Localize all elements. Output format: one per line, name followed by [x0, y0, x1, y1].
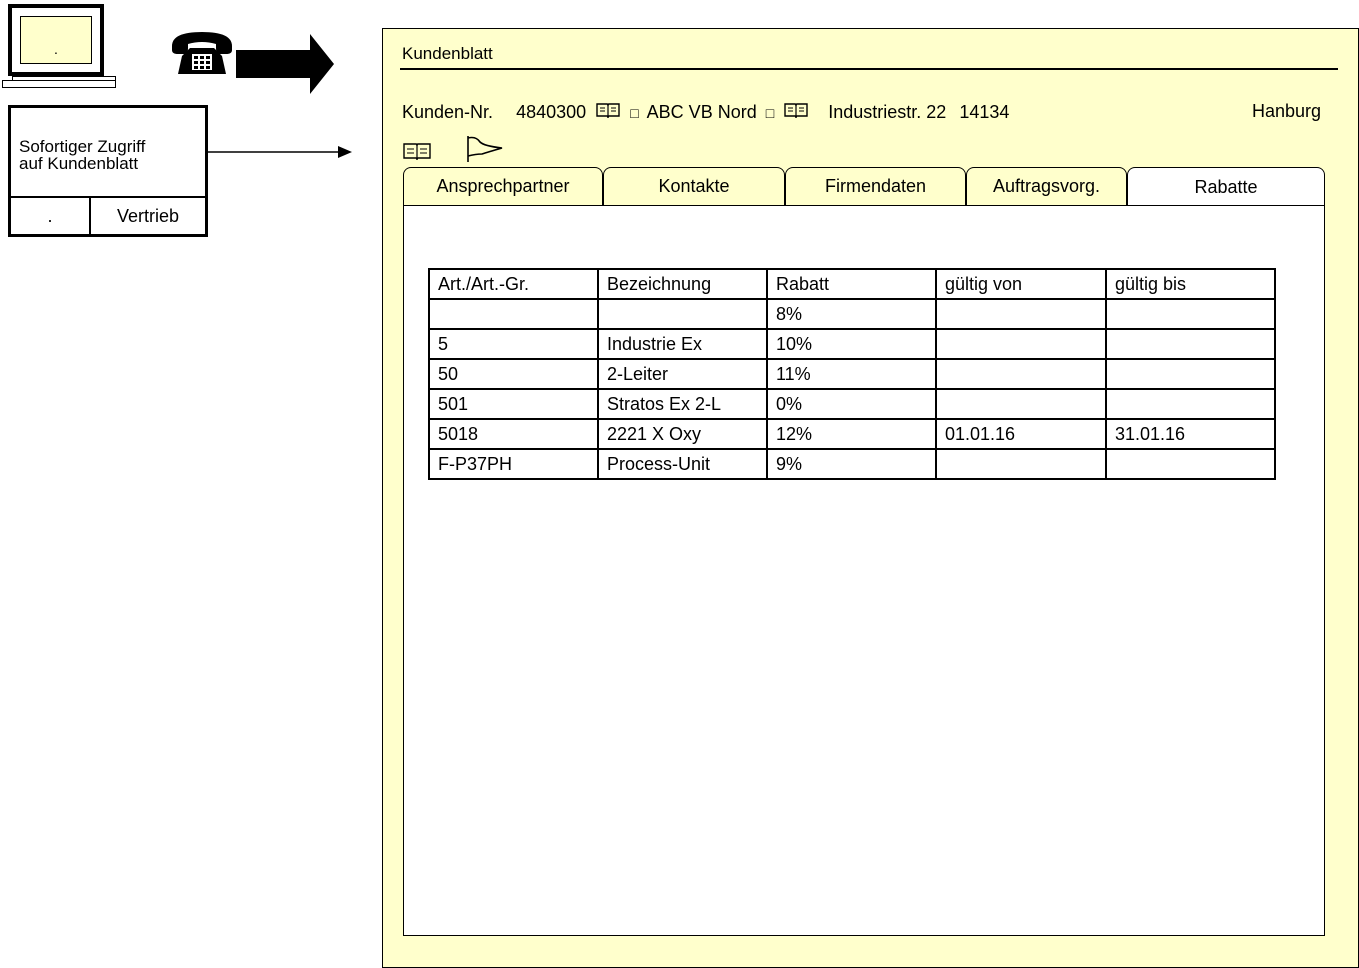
book-icon-2[interactable]: [783, 101, 809, 119]
cell-von: [935, 328, 1107, 360]
computer-monitor-icon: .: [8, 4, 104, 76]
tab-kontakte[interactable]: Kontakte: [603, 167, 785, 205]
table-header-row: Art./Art.-Gr. Bezeichnung Rabatt gültig …: [428, 268, 1276, 300]
table-row[interactable]: 5 Industrie Ex 10%: [428, 328, 1276, 360]
cell-art: 5: [428, 328, 599, 360]
cell-von: [935, 358, 1107, 390]
flag-icon[interactable]: [462, 134, 504, 164]
telephone-icon: [172, 32, 232, 74]
cell-art: [428, 298, 599, 330]
customer-number-label: Kunden-Nr.: [402, 102, 494, 122]
quick-access-row: . Vertrieb: [11, 196, 205, 234]
cell-art: 501: [428, 388, 599, 420]
header-bezeichnung: Bezeichnung: [597, 268, 768, 300]
table-row[interactable]: 50 2-Leiter 11%: [428, 358, 1276, 390]
cell-rabatt: 8%: [766, 298, 937, 330]
thin-arrow-icon: [208, 146, 352, 158]
cell-bezeichnung: Stratos Ex 2-L: [597, 388, 768, 420]
cell-bezeichnung: Process-Unit: [597, 448, 768, 480]
keyboard-icon: [2, 80, 116, 88]
tab-auftragsvorg[interactable]: Auftragsvorg.: [966, 167, 1127, 205]
monitor-screen-text: .: [54, 41, 58, 57]
cell-bis: [1105, 388, 1276, 420]
quick-access-line1: Sofortiger Zugriff: [19, 137, 146, 156]
checkbox-icon[interactable]: □: [630, 105, 638, 121]
table-row[interactable]: 501 Stratos Ex 2-L 0%: [428, 388, 1276, 420]
header-gueltig-bis: gültig bis: [1105, 268, 1276, 300]
cell-bezeichnung: [597, 298, 768, 330]
cell-art: 50: [428, 358, 599, 390]
customer-city: Hanburg: [1252, 101, 1322, 121]
cell-rabatt: 0%: [766, 388, 937, 420]
cell-bis: [1105, 298, 1276, 330]
cell-von: [935, 448, 1107, 480]
checkbox-icon-2[interactable]: □: [766, 105, 774, 121]
title-divider: [400, 68, 1338, 70]
cell-bis: [1105, 358, 1276, 390]
quick-access-line2: auf Kundenblatt: [19, 154, 139, 173]
cell-bezeichnung: Industrie Ex: [597, 328, 768, 360]
tab-rabatte[interactable]: Rabatte: [1127, 167, 1325, 207]
customer-address: Industriestr. 22: [828, 102, 947, 122]
tab-ansprechpartner[interactable]: Ansprechpartner: [403, 167, 603, 205]
table-row[interactable]: F-P37PH Process-Unit 9%: [428, 448, 1276, 480]
header-rabatt: Rabatt: [766, 268, 937, 300]
cell-bezeichnung: 2-Leiter: [597, 358, 768, 390]
tab-firmendaten[interactable]: Firmendaten: [785, 167, 966, 205]
cell-von: 01.01.16: [935, 418, 1107, 450]
cell-rabatt: 10%: [766, 328, 937, 360]
customer-name: ABC VB Nord: [646, 102, 757, 122]
book-icon-3[interactable]: [402, 140, 432, 162]
customer-zip: 14134: [959, 102, 1010, 122]
big-arrow-icon: [236, 34, 334, 94]
cell-rabatt: 11%: [766, 358, 937, 390]
table-row[interactable]: 5018 2221 X Oxy 12% 01.01.16 31.01.16: [428, 418, 1276, 450]
book-icon[interactable]: [595, 101, 621, 119]
header-art: Art./Art.-Gr.: [428, 268, 599, 300]
discount-table: Art./Art.-Gr. Bezeichnung Rabatt gültig …: [428, 268, 1276, 480]
header-gueltig-von: gültig von: [935, 268, 1107, 300]
cell-bis: [1105, 328, 1276, 360]
cell-bis: 31.01.16: [1105, 418, 1276, 450]
quick-access-cell-dot: .: [11, 198, 91, 234]
customer-line: Kunden-Nr. 4840300 □ ABC VB Nord □ Indus…: [402, 101, 1013, 123]
quick-access-text: Sofortiger Zugriff auf Kundenblatt: [19, 138, 145, 172]
cell-von: [935, 388, 1107, 420]
quick-access-cell-vertrieb: Vertrieb: [116, 205, 180, 226]
cell-rabatt: 9%: [766, 448, 937, 480]
cell-rabatt: 12%: [766, 418, 937, 450]
table-row[interactable]: 8%: [428, 298, 1276, 330]
quick-access-box: Sofortiger Zugriff auf Kundenblatt . Ver…: [8, 105, 208, 237]
panel-title: Kundenblatt: [402, 44, 493, 63]
cell-art: F-P37PH: [428, 448, 599, 480]
cell-bezeichnung: 2221 X Oxy: [597, 418, 768, 450]
cell-art: 5018: [428, 418, 599, 450]
monitor-screen: .: [20, 16, 92, 64]
cell-bis: [1105, 448, 1276, 480]
cell-von: [935, 298, 1107, 330]
customer-number: 4840300: [516, 102, 587, 122]
